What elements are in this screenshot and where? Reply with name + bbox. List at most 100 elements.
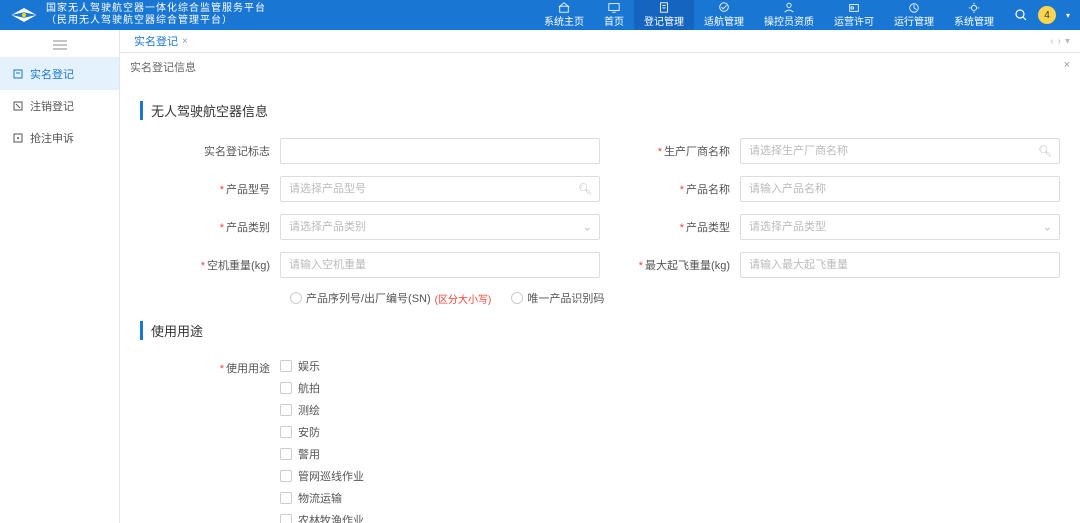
nav-item-system[interactable]: 系统管理 xyxy=(944,0,1004,30)
tab-bar: 实名登记 × ‹ › ▾ xyxy=(120,30,1080,53)
usage-option-label: 安防 xyxy=(298,424,320,440)
search-icon[interactable] xyxy=(1014,8,1028,22)
product-model-input[interactable] xyxy=(280,176,600,202)
product-type-select[interactable] xyxy=(740,214,1060,240)
label-max-weight: 最大起飞重量(kg) xyxy=(600,257,740,273)
empty-weight-input[interactable] xyxy=(280,252,600,278)
nav-label: 运营许可 xyxy=(834,13,874,28)
sidebar-label: 抢注申诉 xyxy=(30,130,74,146)
radio-sn[interactable]: 产品序列号/出厂编号(SN) (区分大小写) xyxy=(290,290,491,306)
manufacturer-input[interactable] xyxy=(740,138,1060,164)
nav-label: 操控员资质 xyxy=(764,13,814,28)
usage-option-6[interactable]: 物流运输 xyxy=(280,490,364,506)
usage-option-label: 农林牧渔作业 xyxy=(298,512,364,523)
section-title-aircraft: 无人驾驶航空器信息 xyxy=(140,101,1060,120)
usage-option-4[interactable]: 警用 xyxy=(280,446,364,462)
nav-label: 运行管理 xyxy=(894,13,934,28)
doc-icon xyxy=(12,132,24,144)
nav-item-ops[interactable]: 运行管理 xyxy=(884,0,944,30)
top-header: 国家无人驾驶航空器一体化综合监管服务平台 （民用无人驾驶航空器综合管理平台） 系… xyxy=(0,0,1080,30)
logo-area: 国家无人驾驶航空器一体化综合监管服务平台 （民用无人驾驶航空器综合管理平台） xyxy=(10,3,266,27)
usage-option-label: 航拍 xyxy=(298,380,320,396)
panel-header: 实名登记信息 × xyxy=(120,53,1080,81)
pilot-icon xyxy=(783,2,795,12)
nav-item-register[interactable]: 登记管理 xyxy=(634,0,694,30)
tab-prev-icon[interactable]: ‹ xyxy=(1050,36,1053,47)
tab-label: 实名登记 xyxy=(134,33,178,49)
usage-option-0[interactable]: 娱乐 xyxy=(280,358,364,374)
panel-title: 实名登记信息 xyxy=(130,62,196,74)
tab-nav-controls: ‹ › ▾ xyxy=(1050,36,1074,47)
close-icon[interactable]: × xyxy=(1064,59,1070,71)
sidebar-item-1[interactable]: 注销登记 xyxy=(0,90,119,122)
checkbox-icon xyxy=(280,470,292,482)
product-name-input[interactable] xyxy=(740,176,1060,202)
checkbox-icon xyxy=(280,514,292,523)
sidebar-toggle[interactable] xyxy=(0,35,119,58)
radio-uid[interactable]: 唯一产品识别码 xyxy=(511,290,604,306)
monitor-icon xyxy=(608,2,620,12)
user-avatar[interactable]: 4 xyxy=(1038,6,1056,24)
label-product-type: 产品类型 xyxy=(600,219,740,235)
label-usage: 使用用途 xyxy=(140,358,280,376)
nav-menu: 系统主页 首页 登记管理 适航管理 操控员资质 运营许可 运行管理系统管理 xyxy=(534,0,1004,30)
nav-item-pilot[interactable]: 操控员资质 xyxy=(754,0,824,30)
nav-item-home[interactable]: 系统主页 xyxy=(534,0,594,30)
product-category-select[interactable] xyxy=(280,214,600,240)
system-icon xyxy=(968,2,980,12)
close-icon[interactable]: × xyxy=(182,36,188,47)
radio-icon xyxy=(290,292,302,304)
platform-title-1: 国家无人驾驶航空器一体化综合监管服务平台 xyxy=(46,3,266,15)
checkbox-icon xyxy=(280,382,292,394)
checkbox-icon xyxy=(280,360,292,372)
case-sensitive-note: (区分大小写) xyxy=(435,291,492,306)
license-icon xyxy=(848,2,860,12)
label-product-model: 产品型号 xyxy=(140,181,280,197)
max-weight-input[interactable] xyxy=(740,252,1060,278)
sn-radio-group: 产品序列号/出厂编号(SN) (区分大小写) 唯一产品识别码 xyxy=(290,290,1060,306)
usage-option-label: 物流运输 xyxy=(298,490,342,506)
nav-item-license[interactable]: 运营许可 xyxy=(824,0,884,30)
tab-realname[interactable]: 实名登记 × xyxy=(126,30,196,52)
nav-item-airworthy[interactable]: 适航管理 xyxy=(694,0,754,30)
usage-option-label: 警用 xyxy=(298,446,320,462)
usage-option-label: 娱乐 xyxy=(298,358,320,374)
checkbox-icon xyxy=(280,492,292,504)
sidebar-label: 注销登记 xyxy=(30,98,74,114)
ops-icon xyxy=(908,2,920,12)
usage-option-1[interactable]: 航拍 xyxy=(280,380,364,396)
section-title-usage: 使用用途 xyxy=(140,321,1060,340)
radio-sn-label: 产品序列号/出厂编号(SN) xyxy=(306,290,431,306)
reg-mark-input[interactable] xyxy=(280,138,600,164)
nav-label: 登记管理 xyxy=(644,13,684,28)
usage-option-5[interactable]: 管网巡线作业 xyxy=(280,468,364,484)
sidebar-item-0[interactable]: 实名登记 xyxy=(0,58,119,90)
checkbox-icon xyxy=(280,426,292,438)
chevron-down-icon[interactable]: ▾ xyxy=(1066,11,1070,20)
usage-option-2[interactable]: 测绘 xyxy=(280,402,364,418)
nav-item-monitor[interactable]: 首页 xyxy=(594,0,634,30)
nav-label: 首页 xyxy=(604,13,624,28)
checkbox-icon xyxy=(280,404,292,416)
usage-option-3[interactable]: 安防 xyxy=(280,424,364,440)
nav-label: 系统主页 xyxy=(544,13,584,28)
register-icon xyxy=(658,2,670,12)
doc-icon xyxy=(12,68,24,80)
nav-label: 适航管理 xyxy=(704,13,744,28)
tab-menu-icon[interactable]: ▾ xyxy=(1065,36,1070,47)
label-reg-mark: 实名登记标志 xyxy=(140,143,280,159)
label-empty-weight: 空机重量(kg) xyxy=(140,257,280,273)
tab-next-icon[interactable]: › xyxy=(1058,36,1061,47)
label-manufacturer: 生产厂商名称 xyxy=(600,143,740,159)
header-right: 4 ▾ xyxy=(1014,6,1070,24)
radio-uid-label: 唯一产品识别码 xyxy=(527,290,604,306)
usage-option-label: 管网巡线作业 xyxy=(298,468,364,484)
sidebar: 实名登记注销登记抢注申诉 xyxy=(0,30,120,523)
label-product-name: 产品名称 xyxy=(600,181,740,197)
platform-title-2: （民用无人驾驶航空器综合管理平台） xyxy=(46,15,266,27)
label-product-category: 产品类别 xyxy=(140,219,280,235)
sidebar-item-2[interactable]: 抢注申诉 xyxy=(0,122,119,154)
usage-option-7[interactable]: 农林牧渔作业 xyxy=(280,512,364,523)
caac-logo-icon xyxy=(10,6,38,24)
usage-option-label: 测绘 xyxy=(298,402,320,418)
